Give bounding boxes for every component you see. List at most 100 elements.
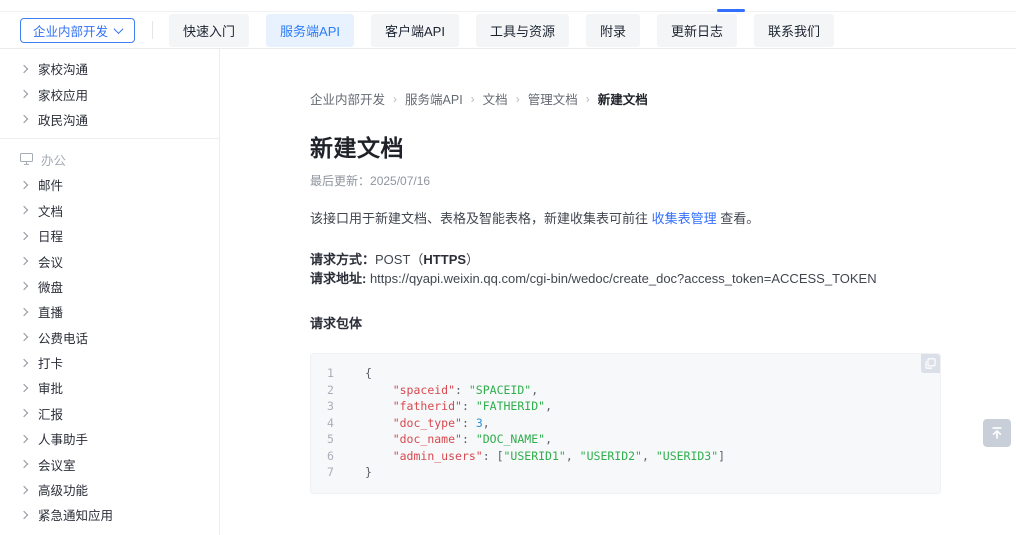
- sidebar-item-label: 家校应用: [38, 85, 88, 104]
- last-updated: 最后更新：2025/07/16: [310, 172, 941, 189]
- request-url-line: 请求地址: https://qyapi.weixin.qq.com/cgi-bi…: [310, 269, 941, 288]
- breadcrumb-separator: ›: [586, 92, 590, 106]
- last-updated-date: 2025/07/16: [370, 174, 430, 188]
- copy-button[interactable]: [921, 354, 940, 373]
- code-text: "fatherid": "FATHERID",: [365, 398, 552, 415]
- sidebar-item[interactable]: 邮件: [0, 172, 219, 197]
- sidebar-item[interactable]: 会议室: [0, 451, 219, 476]
- back-to-top-button[interactable]: [983, 419, 1011, 447]
- sidebar-item[interactable]: 紧急通知应用: [0, 502, 219, 527]
- code-text: "admin_users": ["USERID1", "USERID2", "U…: [365, 448, 725, 465]
- sidebar-item[interactable]: 政民沟通: [0, 107, 219, 132]
- code-line: 3 "fatherid": "FATHERID",: [327, 398, 924, 415]
- sidebar-item[interactable]: 打卡: [0, 350, 219, 375]
- chevron-right-icon: [20, 90, 28, 98]
- main-content: 企业内部开发›服务端API›文档›管理文档›新建文档 新建文档 最后更新：202…: [220, 49, 1016, 535]
- sidebar-item-label: 高级功能: [38, 480, 88, 499]
- chevron-right-icon: [20, 435, 28, 443]
- sidebar-item-label: 家校沟通: [38, 59, 88, 78]
- sidebar-item-label: 紧急通知应用: [38, 505, 113, 524]
- chevron-right-icon: [20, 409, 28, 417]
- chevron-right-icon: [20, 64, 28, 72]
- sidebar-item[interactable]: 审批: [0, 375, 219, 400]
- sidebar-item-label: 会议: [38, 252, 63, 271]
- sidebar-item-label: 汇报: [38, 404, 63, 423]
- breadcrumb-separator: ›: [516, 92, 520, 106]
- chevron-right-icon: [20, 460, 28, 468]
- chevron-right-icon: [20, 333, 28, 341]
- intro-text: 该接口用于新建文档、表格及智能表格，新建收集表可前往: [310, 211, 652, 226]
- code-line: 2 "spaceid": "SPACEID",: [327, 382, 924, 399]
- breadcrumb-separator: ›: [471, 92, 475, 106]
- code-lines: 1{2 "spaceid": "SPACEID",3 "fatherid": "…: [327, 365, 924, 481]
- sidebar-item[interactable]: 文档: [0, 198, 219, 223]
- sidebar-divider: [0, 138, 219, 139]
- code-line: 5 "doc_name": "DOC_NAME",: [327, 431, 924, 448]
- request-method-protocol: HTTPS: [423, 252, 466, 267]
- dev-type-dropdown[interactable]: 企业内部开发: [20, 18, 135, 43]
- code-text: "spaceid": "SPACEID",: [365, 382, 538, 399]
- sidebar-item[interactable]: 汇报: [0, 401, 219, 426]
- breadcrumb-current: 新建文档: [598, 89, 648, 108]
- nav-tab-0[interactable]: 快速入门: [169, 14, 249, 47]
- sidebar-item[interactable]: 直播: [0, 299, 219, 324]
- code-block: 1{2 "spaceid": "SPACEID",3 "fatherid": "…: [310, 353, 941, 494]
- sidebar-item[interactable]: 日程: [0, 223, 219, 248]
- nav-tab-2[interactable]: 客户端API: [371, 14, 459, 47]
- breadcrumb-link[interactable]: 管理文档: [528, 89, 578, 108]
- code-text: {: [365, 365, 372, 382]
- line-number: 6: [327, 448, 341, 465]
- sidebar-item[interactable]: 会议: [0, 248, 219, 273]
- code-text: }: [365, 464, 372, 481]
- request-method-label: 请求方式：: [310, 252, 375, 267]
- sidebar-item-label: 邮件: [38, 175, 63, 194]
- body-wrap: 家校沟通家校应用政民沟通 办公 邮件文档日程会议微盘直播公费电话打卡审批汇报人事…: [0, 49, 1016, 535]
- sidebar-item-label: 公费电话: [38, 328, 88, 347]
- request-url-value: https://qyapi.weixin.qq.com/cgi-bin/wedo…: [366, 271, 876, 286]
- nav-tab-3[interactable]: 工具与资源: [476, 14, 569, 47]
- nav-tab-5[interactable]: 更新日志: [657, 14, 737, 47]
- sidebar-item[interactable]: 高级功能: [0, 477, 219, 502]
- line-number: 1: [327, 365, 341, 382]
- last-updated-label: 最后更新：: [310, 174, 370, 188]
- sidebar-item[interactable]: 家校沟通: [0, 56, 219, 81]
- nav-divider: [152, 21, 153, 39]
- collect-form-link[interactable]: 收集表管理: [652, 211, 717, 226]
- line-number: 5: [327, 431, 341, 448]
- intro-text-after: 查看。: [717, 211, 760, 226]
- page-title: 新建文档: [310, 129, 941, 163]
- chevron-right-icon: [20, 485, 28, 493]
- sidebar-item[interactable]: 人事助手: [0, 426, 219, 451]
- request-method-line: 请求方式：POST（HTTPS）: [310, 250, 941, 269]
- code-line: 7}: [327, 464, 924, 481]
- sidebar: 家校沟通家校应用政民沟通 办公 邮件文档日程会议微盘直播公费电话打卡审批汇报人事…: [0, 49, 220, 535]
- nav-tab-1[interactable]: 服务端API: [266, 14, 354, 47]
- request-body-heading: 请求包体: [310, 313, 941, 332]
- line-number: 2: [327, 382, 341, 399]
- sidebar-item-label: 审批: [38, 378, 63, 397]
- breadcrumb-link[interactable]: 企业内部开发: [310, 89, 385, 108]
- code-line: 6 "admin_users": ["USERID1", "USERID2", …: [327, 448, 924, 465]
- request-info: 请求方式：POST（HTTPS） 请求地址: https://qyapi.wei…: [310, 250, 941, 288]
- page: 企业内部开发 快速入门服务端API客户端API工具与资源附录更新日志联系我们 家…: [0, 0, 1016, 535]
- copy-icon: [925, 358, 936, 369]
- breadcrumb-link[interactable]: 文档: [483, 89, 508, 108]
- nav-tab-4[interactable]: 附录: [586, 14, 640, 47]
- nav-tabs: 快速入门服务端API 客户端API 工具与资源附录更新日志联系我们: [169, 14, 834, 47]
- sidebar-item[interactable]: 公费电话: [0, 325, 219, 350]
- sidebar-item[interactable]: 微盘: [0, 274, 219, 299]
- breadcrumb-link[interactable]: 服务端API: [405, 89, 463, 108]
- code-text: "doc_name": "DOC_NAME",: [365, 431, 552, 448]
- sidebar-item-label: 会议室: [38, 455, 76, 474]
- nav-tab-6[interactable]: 联系我们: [754, 14, 834, 47]
- chevron-right-icon: [20, 231, 28, 239]
- sidebar-top-items: 家校沟通家校应用政民沟通: [0, 56, 219, 132]
- sidebar-section-label: 办公: [41, 150, 66, 169]
- chevron-down-icon: [114, 24, 124, 34]
- code-text: "doc_type": 3,: [365, 415, 490, 432]
- top-header-strip: [0, 0, 1016, 12]
- code-line: 1{: [327, 365, 924, 382]
- request-method-value: POST（: [375, 252, 423, 267]
- sidebar-item[interactable]: 家校应用: [0, 81, 219, 106]
- arrow-up-to-line-icon: [990, 426, 1004, 440]
